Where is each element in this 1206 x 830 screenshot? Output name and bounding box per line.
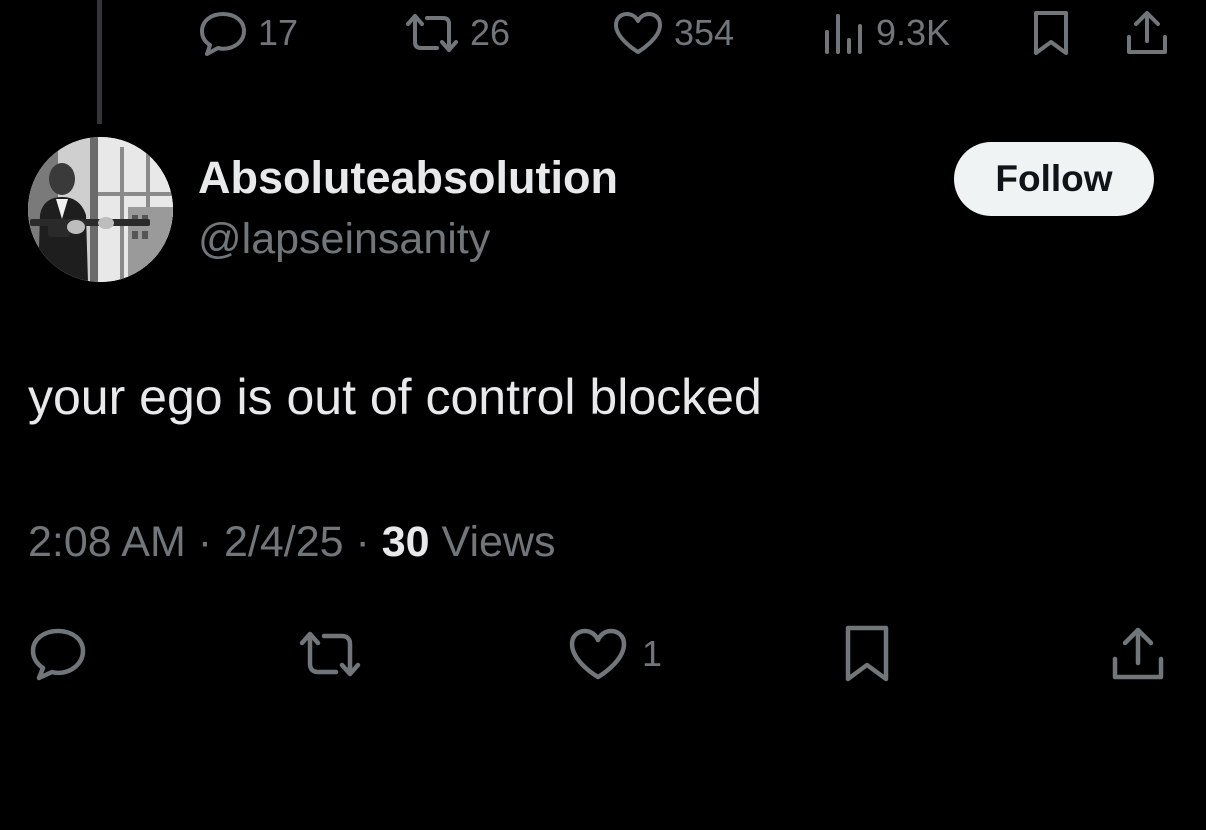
like-icon	[568, 627, 628, 681]
bookmark-button-top[interactable]	[1030, 10, 1072, 56]
bookmark-button[interactable]	[842, 622, 892, 686]
reply-icon	[28, 626, 88, 682]
tweet-time[interactable]: 2:08 AM	[28, 518, 186, 566]
author-handle[interactable]: @lapseinsanity	[198, 215, 490, 264]
share-button[interactable]	[1110, 622, 1166, 686]
bookmark-icon	[1030, 9, 1072, 57]
repost-count: 26	[470, 12, 511, 53]
like-count: 354	[674, 12, 735, 53]
tweet-views-label: Views	[429, 518, 556, 566]
tweet-action-bar: 1	[0, 610, 1206, 700]
meta-separator: ·	[185, 518, 224, 566]
tweet-metadata: 2:08 AM · 2/4/25 · 30 Views	[28, 518, 555, 567]
meta-separator: ·	[343, 518, 382, 566]
tweet-views-count: 30	[381, 518, 430, 566]
views-icon	[822, 10, 866, 56]
views-count-top: 9.3K	[876, 12, 951, 53]
views-button-top[interactable]: 9.3K	[822, 10, 950, 56]
avatar[interactable]	[28, 137, 173, 282]
like-icon	[612, 10, 664, 56]
like-button[interactable]: 1	[568, 622, 662, 686]
repost-button-top[interactable]: 26	[404, 10, 510, 56]
like-count: 1	[642, 633, 663, 674]
like-button-top[interactable]: 354	[612, 10, 734, 56]
author-display-name[interactable]: Absoluteabsolution	[198, 152, 618, 204]
reply-button[interactable]	[28, 622, 88, 686]
reply-button-top[interactable]: 17	[198, 10, 298, 56]
share-icon	[1110, 625, 1166, 683]
share-icon	[1124, 9, 1170, 57]
tweet-date[interactable]: 2/4/25	[224, 518, 344, 566]
tweet-text: your ego is out of control blocked	[28, 369, 762, 425]
follow-button[interactable]: Follow	[954, 142, 1154, 216]
previous-tweet-action-bar: 17 26 354 9.3K	[0, 0, 1206, 70]
repost-icon	[404, 10, 460, 56]
bookmark-icon	[842, 624, 892, 684]
share-button-top[interactable]	[1124, 10, 1170, 56]
reply-count: 17	[258, 12, 299, 53]
reply-icon	[198, 10, 248, 56]
repost-button[interactable]	[298, 622, 362, 686]
repost-icon	[298, 626, 362, 682]
